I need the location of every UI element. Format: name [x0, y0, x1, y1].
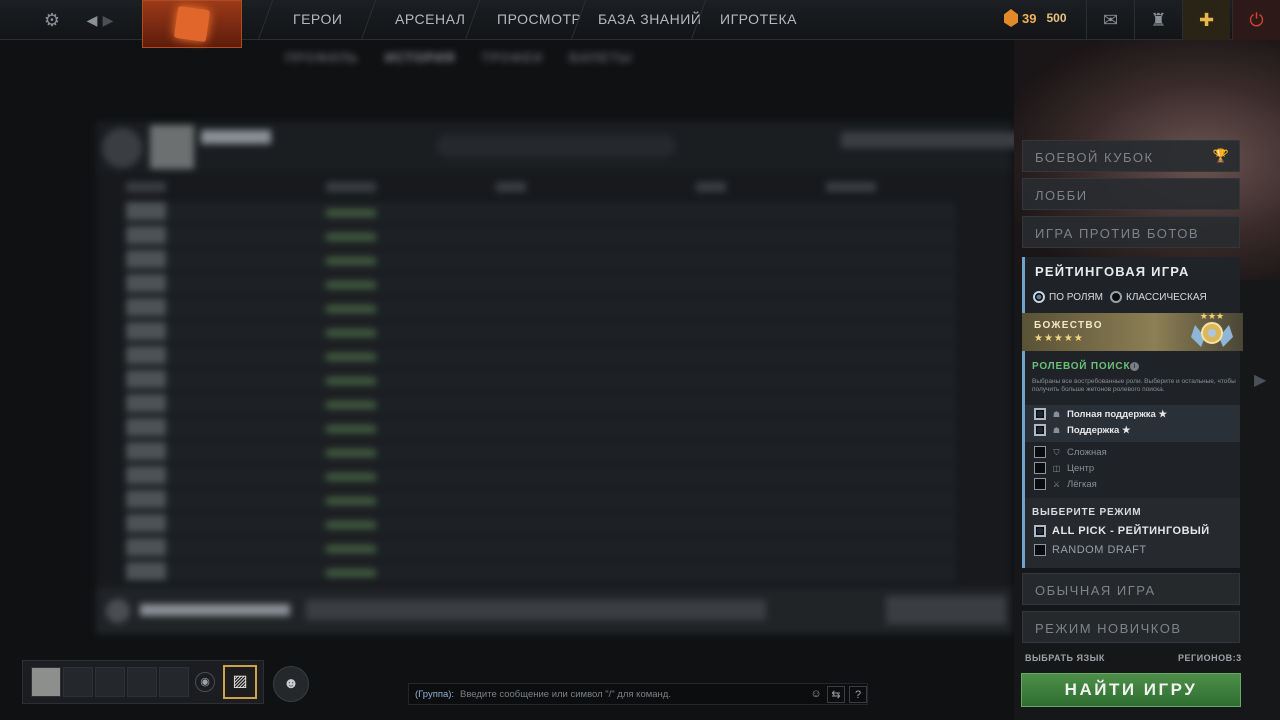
currency-value-secondary: 500 [1046, 11, 1067, 25]
plus-subscription-icon[interactable]: ✚ [1182, 0, 1230, 40]
hard-support-icon: ☗ [1052, 409, 1061, 419]
medal-name: БОЖЕСТВО [1034, 320, 1103, 331]
nav-armory[interactable]: АРСЕНАЛ [395, 11, 465, 27]
nav-learn[interactable]: БАЗА ЗНАНИЙ [598, 11, 701, 27]
currency-display[interactable]: 39 500 [1004, 9, 1067, 27]
currency-value: 39 [1022, 10, 1037, 26]
party-finder-icon[interactable]: ☻ [273, 666, 309, 702]
dota-logo-button[interactable] [142, 0, 242, 48]
role-support[interactable]: ☗ Поддержка ★ [1034, 424, 1130, 436]
role-search-description: Выбраны все востребованные роли. Выберит… [1032, 378, 1236, 393]
result-column [326, 209, 376, 589]
top-navigation-bar: ⚙ ◀ ▶ ГЕРОИ АРСЕНАЛ ПРОСМОТР БАЗА ЗНАНИЙ… [0, 0, 1280, 48]
emoji-icon[interactable]: ☺ [807, 686, 825, 703]
chat-placeholder[interactable]: Введите сообщение или символ "/" для ком… [460, 689, 671, 700]
radio-off-icon [1110, 291, 1122, 303]
find-game-button[interactable]: НАЙТИ ИГРУ [1021, 673, 1241, 707]
more-stats-banner [96, 588, 1012, 634]
safelane-sword-icon: ⚔ [1052, 479, 1061, 489]
subscribe-button[interactable] [886, 596, 1006, 624]
tab-trophies[interactable]: ТРОФЕИ [481, 50, 543, 65]
nav-arcade[interactable]: ИГРОТЕКА [720, 11, 797, 27]
role-safelane[interactable]: ⚔ Лёгкая [1034, 478, 1097, 490]
help-icon[interactable]: ? [849, 686, 867, 703]
role-offlane[interactable]: ⛉ Сложная [1034, 446, 1107, 458]
offlane-shield-icon: ⛉ [1053, 447, 1060, 457]
tab-history[interactable]: ИСТОРИЯ [385, 50, 456, 65]
radio-by-roles[interactable]: ПО РОЛЯМ [1033, 291, 1103, 303]
table-header [126, 182, 986, 192]
role-mid[interactable]: ◫ Центр [1034, 462, 1094, 474]
nav-watch[interactable]: ПРОСМОТР [497, 11, 581, 27]
party-avatar[interactable] [31, 667, 61, 697]
select-language-link[interactable]: ВЫБРАТЬ ЯЗЫК [1025, 653, 1105, 663]
friends-icon[interactable]: ♜ [1134, 0, 1182, 40]
rank-medal-banner: БОЖЕСТВО ★★★★★ ★★★ [1022, 312, 1243, 351]
checkbox-empty-icon [1034, 478, 1046, 490]
nav-heroes[interactable]: ГЕРОИ [293, 11, 342, 27]
checkbox-empty-icon [1034, 446, 1046, 458]
checkbox-empty-icon [1034, 544, 1046, 556]
match-rows [126, 202, 956, 582]
novice-mode-button[interactable]: РЕЖИМ НОВИЧКОВ [1022, 611, 1240, 643]
profile-tabs: ПРОФИЛЬ ИСТОРИЯ ТРОФЕИ БИЛЕТЫ [285, 50, 632, 65]
ranked-section: РЕЙТИНГОВАЯ ИГРА ПО РОЛЯМ КЛАССИЧЕСКАЯ Б… [1022, 257, 1243, 568]
party-bar: ◉ ▨ [22, 660, 264, 704]
party-slot[interactable] [63, 667, 93, 697]
checkbox-checked-icon [1034, 424, 1046, 436]
party-slot[interactable] [127, 667, 157, 697]
support-icon: ☗ [1052, 425, 1061, 435]
checkbox-checked-icon [1034, 408, 1046, 420]
forward-arrow-icon[interactable]: ▶ [96, 8, 120, 32]
chat-wheel-icon[interactable]: ⇆ [827, 686, 845, 703]
regions-link[interactable]: РЕГИОНОВ:3 [1178, 653, 1242, 663]
checkbox-checked-icon [1034, 525, 1046, 537]
rank-icon [102, 128, 142, 168]
normal-game-button[interactable]: ОБЫЧНАЯ ИГРА [1022, 573, 1240, 605]
avatar [150, 125, 194, 169]
divine-medal-icon: ★★★ [1191, 312, 1233, 347]
trophy-icon: 🏆 [1212, 148, 1229, 163]
chat-input-bar[interactable]: (Группа): Введите сообщение или символ "… [408, 683, 868, 705]
party-slot[interactable] [95, 667, 125, 697]
battle-pass-icon[interactable]: ▨ [223, 665, 257, 699]
vs-bots-button[interactable]: ИГРА ПРОТИВ БОТОВ [1022, 216, 1240, 248]
view-switch[interactable] [436, 135, 676, 157]
mail-icon[interactable]: ✉ [1086, 0, 1134, 40]
checkbox-empty-icon [1034, 462, 1046, 474]
lobby-button[interactable]: ЛОББИ [1022, 178, 1240, 210]
role-hard-support[interactable]: ☗ Полная поддержка ★ [1034, 408, 1167, 420]
profile-header [96, 122, 1021, 172]
battle-cup-button[interactable]: БОЕВОЙ КУБОК 🏆 [1022, 140, 1240, 172]
party-slot[interactable] [159, 667, 189, 697]
mode-random-draft[interactable]: RANDOM DRAFT [1034, 544, 1147, 556]
chat-channel-label: (Группа): [415, 689, 455, 700]
player-name [201, 130, 271, 144]
mode-title: ВЫБЕРИТЕ РЕЖИМ [1032, 507, 1142, 518]
hero-portraits [126, 202, 166, 582]
radio-classic[interactable]: КЛАССИЧЕСКАЯ [1110, 291, 1207, 303]
settings-gear-icon[interactable]: ⚙ [40, 8, 64, 32]
role-search-title: РОЛЕВОЙ ПОИСК [1032, 361, 1131, 372]
tab-tickets[interactable]: БИЛЕТЫ [569, 50, 632, 65]
mode-all-pick[interactable]: ALL PICK - РЕЙТИНГОВЫЙ [1034, 525, 1210, 537]
svg-text:★★★: ★★★ [1200, 312, 1224, 322]
expand-arrow-icon[interactable]: ▶ [1254, 370, 1270, 390]
dota-logo-icon [173, 5, 211, 43]
summary-stats [841, 132, 1021, 148]
power-icon[interactable]: ⏻ [1232, 0, 1280, 40]
shard-icon [1004, 9, 1018, 27]
tab-profile[interactable]: ПРОФИЛЬ [285, 50, 359, 65]
headset-icon[interactable]: ◉ [195, 672, 215, 692]
radio-on-icon [1033, 291, 1045, 303]
ranked-title[interactable]: РЕЙТИНГОВАЯ ИГРА [1035, 264, 1190, 279]
medal-stars: ★★★★★ [1034, 333, 1084, 344]
match-history-panel [96, 122, 1021, 634]
mid-icon: ◫ [1052, 463, 1061, 473]
info-icon[interactable]: i [1130, 362, 1139, 371]
